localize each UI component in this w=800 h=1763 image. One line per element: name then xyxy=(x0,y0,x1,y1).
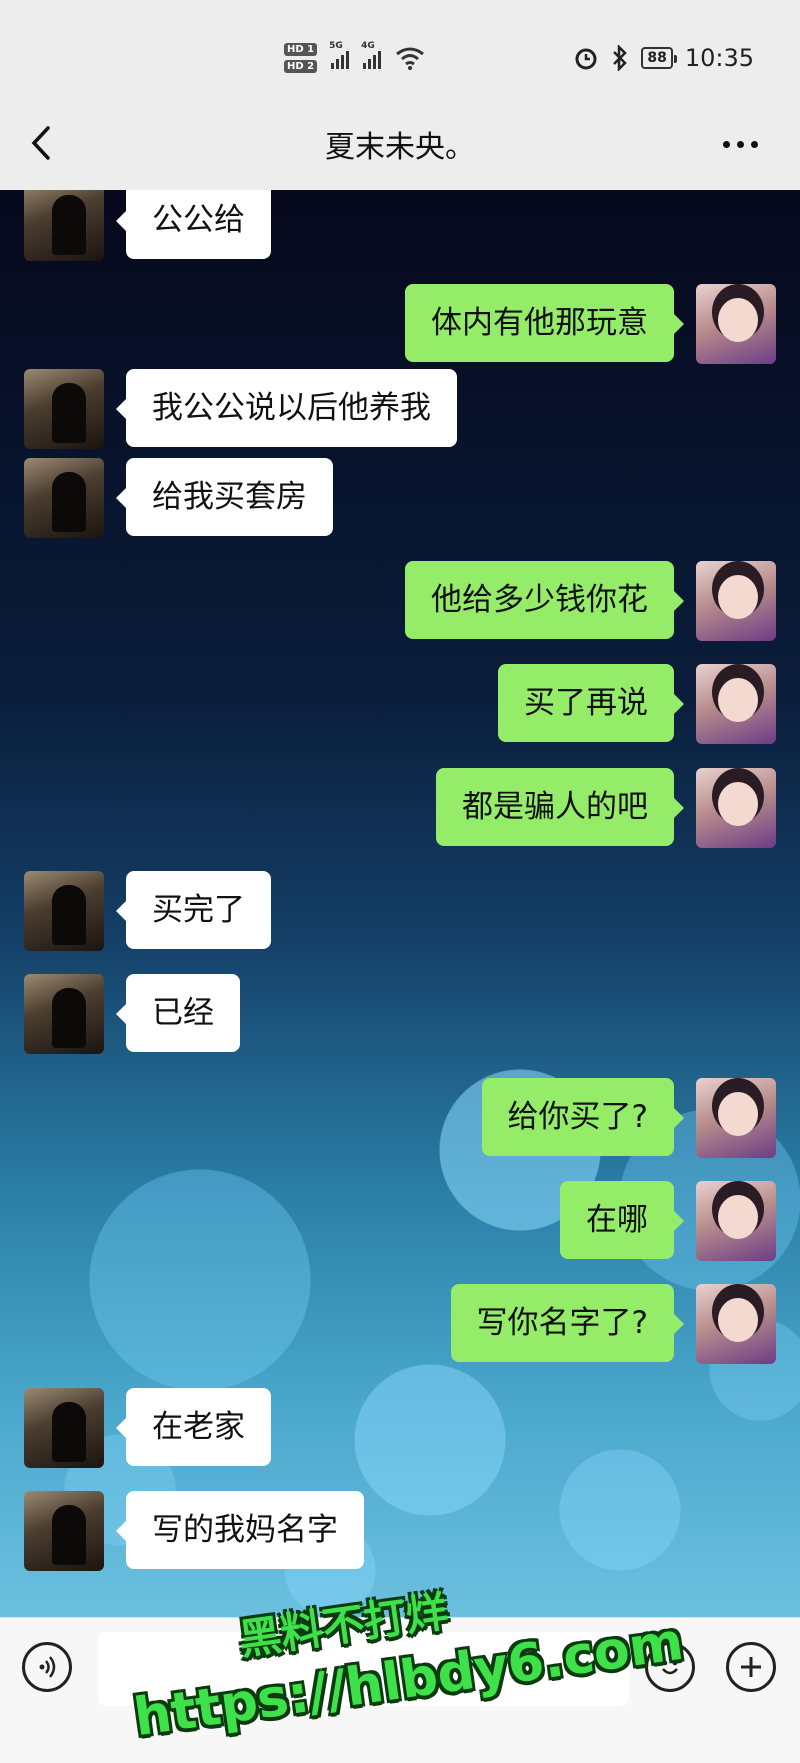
my-avatar[interactable] xyxy=(696,1284,776,1364)
message-row: 我公公说以后他养我 xyxy=(0,368,800,450)
signal-4g-icon: 4G xyxy=(361,41,382,69)
chat-header: 夏末未央。 xyxy=(0,100,800,190)
message-row: 体内有他那玩意 xyxy=(0,283,800,365)
network-indicators: HD 1 HD 2 5G 4G xyxy=(284,38,425,78)
contact-avatar[interactable] xyxy=(24,1388,104,1468)
signal-5g-icon: 5G xyxy=(329,41,350,69)
status-right: 88 10:35 xyxy=(573,38,754,78)
more-button[interactable] xyxy=(710,122,770,166)
message-row: 写的我妈名字 xyxy=(0,1490,800,1572)
message-row: 在老家 xyxy=(0,1387,800,1469)
message-bubble[interactable]: 买了再说 xyxy=(498,664,684,742)
my-avatar[interactable] xyxy=(696,561,776,641)
more-dot xyxy=(750,140,758,148)
message-row: 给你买了? xyxy=(0,1077,800,1159)
voice-icon xyxy=(39,1656,56,1678)
status-bar: HD 1 HD 2 5G 4G 88 10:35 xyxy=(0,0,800,100)
contact-avatar[interactable] xyxy=(24,974,104,1054)
my-avatar[interactable] xyxy=(696,1181,776,1261)
voice-button[interactable] xyxy=(22,1642,72,1692)
message-row: 都是骗人的吧 xyxy=(0,767,800,849)
message-bubble[interactable]: 在老家 xyxy=(116,1388,271,1466)
message-bubble[interactable]: 他给多少钱你花 xyxy=(405,561,684,639)
contact-avatar[interactable] xyxy=(24,369,104,449)
message-bubble[interactable]: 给我买套房 xyxy=(116,458,333,536)
message-row: 买完了 xyxy=(0,870,800,952)
message-row: 在哪 xyxy=(0,1180,800,1262)
message-row: 公公给 xyxy=(0,190,800,262)
message-bubble[interactable]: 写你名字了? xyxy=(450,1284,685,1362)
clock: 10:35 xyxy=(684,44,754,72)
more-dot xyxy=(722,140,730,148)
message-row: 给我买套房 xyxy=(0,457,800,539)
my-avatar[interactable] xyxy=(696,664,776,744)
message-bubble[interactable]: 我公公说以后他养我 xyxy=(116,369,457,447)
contact-avatar[interactable] xyxy=(24,1491,104,1571)
hd1-badge: HD 1 xyxy=(284,43,318,56)
message-bubble[interactable]: 写的我妈名字 xyxy=(116,1491,364,1569)
message-row: 买了再说 xyxy=(0,663,800,745)
message-bubble[interactable]: 公公给 xyxy=(116,190,271,259)
message-bubble[interactable]: 买完了 xyxy=(116,871,271,949)
message-bubble[interactable]: 已经 xyxy=(116,974,240,1052)
message-row: 写你名字了? xyxy=(0,1283,800,1365)
message-row: 已经 xyxy=(0,973,800,1055)
my-avatar[interactable] xyxy=(696,284,776,364)
message-bubble[interactable]: 给你买了? xyxy=(481,1078,685,1156)
plus-button[interactable] xyxy=(726,1642,776,1692)
contact-avatar[interactable] xyxy=(24,190,104,261)
message-bubble[interactable]: 在哪 xyxy=(560,1181,684,1259)
message-row: 他给多少钱你花 xyxy=(0,560,800,642)
alarm-icon xyxy=(575,48,597,70)
plus-icon xyxy=(741,1657,761,1677)
message-bubble[interactable]: 都是骗人的吧 xyxy=(436,768,684,846)
my-avatar[interactable] xyxy=(696,1078,776,1158)
bluetooth-icon xyxy=(613,45,628,71)
message-bubble[interactable]: 体内有他那玩意 xyxy=(405,284,684,362)
contact-avatar[interactable] xyxy=(24,871,104,951)
message-list[interactable]: 公公给 体内有他那玩意 我公公说以后他养我 给我买套房 他给多少钱你花 买了再说… xyxy=(0,190,800,1617)
hd2-badge: HD 2 xyxy=(284,60,318,73)
chat-title: 夏末未央。 xyxy=(325,130,475,165)
battery-indicator: 88 xyxy=(641,47,678,69)
contact-avatar[interactable] xyxy=(24,458,104,538)
my-avatar[interactable] xyxy=(696,768,776,848)
more-dot xyxy=(736,140,744,148)
wifi-icon xyxy=(396,47,425,70)
